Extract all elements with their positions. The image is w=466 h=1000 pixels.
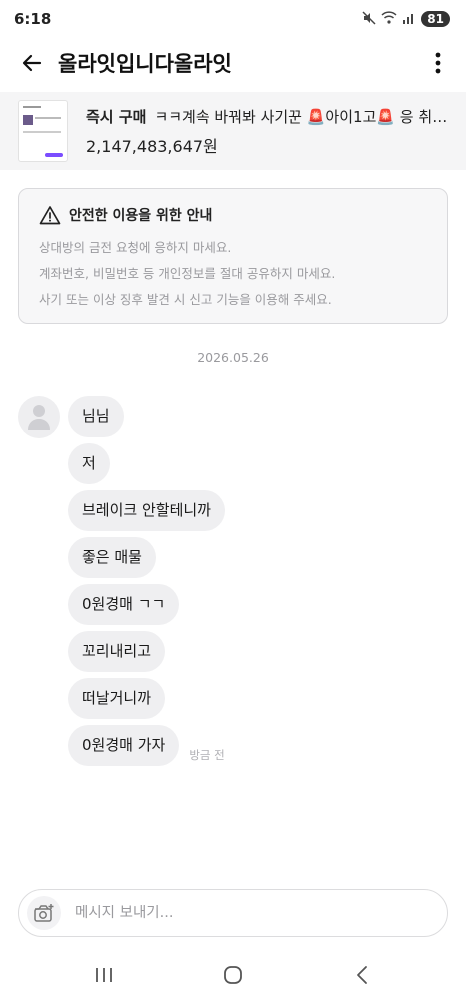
- more-options-button[interactable]: [424, 45, 452, 81]
- message-row: 저: [68, 443, 225, 484]
- signal-icon: [402, 12, 416, 27]
- product-price: 2,147,483,647원: [86, 136, 218, 156]
- recent-apps-button[interactable]: [74, 955, 134, 995]
- safety-notice: 안전한 이용을 위한 안내 상대방의 금전 요청에 응하지 마세요. 계좌번호,…: [18, 188, 448, 324]
- message-bubble[interactable]: 님님: [68, 396, 124, 437]
- status-time: 6:18: [14, 10, 52, 28]
- recent-apps-icon: [96, 968, 113, 982]
- chat-header: 올라잇입니다올라잇: [0, 38, 466, 88]
- home-icon: [224, 966, 242, 984]
- message-bubble[interactable]: 좋은 매물: [68, 537, 156, 578]
- message-row: 0원경매 ㄱㄱ: [68, 584, 225, 625]
- notice-title: 안전한 이용을 위한 안내: [69, 208, 213, 224]
- notice-header: 안전한 이용을 위한 안내: [39, 205, 427, 225]
- system-navigation-bar: [0, 950, 466, 1000]
- notice-lines: 상대방의 금전 요청에 응하지 마세요. 계좌번호, 비밀번호 등 개인정보를 …: [39, 235, 427, 313]
- message-bubble[interactable]: 저: [68, 443, 110, 484]
- product-title-line: 즉시 구매 ㅋㅋ계속 바꿔봐 사기꾼 🚨아이1고🚨 응 취소해라: [86, 106, 448, 127]
- battery-indicator: 81: [421, 11, 450, 27]
- camera-plus-icon: [34, 904, 54, 922]
- chevron-left-icon: [356, 966, 367, 984]
- avatar[interactable]: [18, 396, 60, 438]
- back-button[interactable]: [14, 45, 50, 81]
- attach-photo-button[interactable]: [27, 896, 61, 930]
- product-summary[interactable]: 즉시 구매 ㅋㅋ계속 바꿔봐 사기꾼 🚨아이1고🚨 응 취소해라 2,147,48…: [0, 92, 466, 170]
- message-list: 님님 저 브레이크 안할테니까 좋은 매물 0원경매 ㄱㄱ 꼬리내리고 떠날거니…: [68, 396, 225, 766]
- product-thumbnail: [18, 100, 68, 162]
- message-bubble[interactable]: 0원경매 가자: [68, 725, 180, 766]
- notice-line: 사기 또는 이상 징후 발견 시 신고 기능을 이용해 주세요.: [39, 292, 332, 307]
- mute-icon: [362, 10, 376, 28]
- user-placeholder-icon: [28, 405, 50, 430]
- wifi-icon: [381, 11, 397, 27]
- message-bubble[interactable]: 브레이크 안할테니까: [68, 490, 225, 531]
- message-row: 꼬리내리고: [68, 631, 225, 672]
- message-bubble[interactable]: 꼬리내리고: [68, 631, 166, 672]
- warning-icon: [39, 206, 61, 225]
- system-back-button[interactable]: [332, 955, 392, 995]
- home-button[interactable]: [203, 955, 263, 995]
- message-composer: [18, 889, 448, 937]
- date-divider: 2026.05.26: [197, 350, 269, 365]
- product-type-label: 즉시 구매: [86, 107, 147, 126]
- chat-title: 올라잇입니다올라잇: [58, 52, 232, 76]
- message-row: 님님: [68, 396, 225, 437]
- notice-line: 상대방의 금전 요청에 응하지 마세요.: [39, 240, 232, 255]
- message-timestamp: 방금 전: [189, 748, 225, 762]
- status-bar: 6:18 81: [0, 0, 466, 38]
- message-row: 브레이크 안할테니까: [68, 490, 225, 531]
- message-row: 좋은 매물: [68, 537, 225, 578]
- arrow-left-icon: [22, 54, 42, 72]
- message-bubble[interactable]: 0원경매 ㄱㄱ: [68, 584, 180, 625]
- product-info: 즉시 구매 ㅋㅋ계속 바꿔봐 사기꾼 🚨아이1고🚨 응 취소해라 2,147,48…: [86, 106, 448, 157]
- message-row: 0원경매 가자 방금 전: [68, 725, 225, 766]
- product-name: ㅋㅋ계속 바꿔봐 사기꾼 🚨아이1고🚨 응 취소해라: [154, 107, 448, 126]
- more-vertical-icon: [435, 52, 441, 74]
- message-row: 떠날거니까: [68, 678, 225, 719]
- message-input[interactable]: [75, 905, 439, 921]
- notice-line: 계좌번호, 비밀번호 등 개인정보를 절대 공유하지 마세요.: [39, 266, 336, 281]
- message-bubble[interactable]: 떠날거니까: [68, 678, 166, 719]
- status-icons: 81: [362, 10, 450, 28]
